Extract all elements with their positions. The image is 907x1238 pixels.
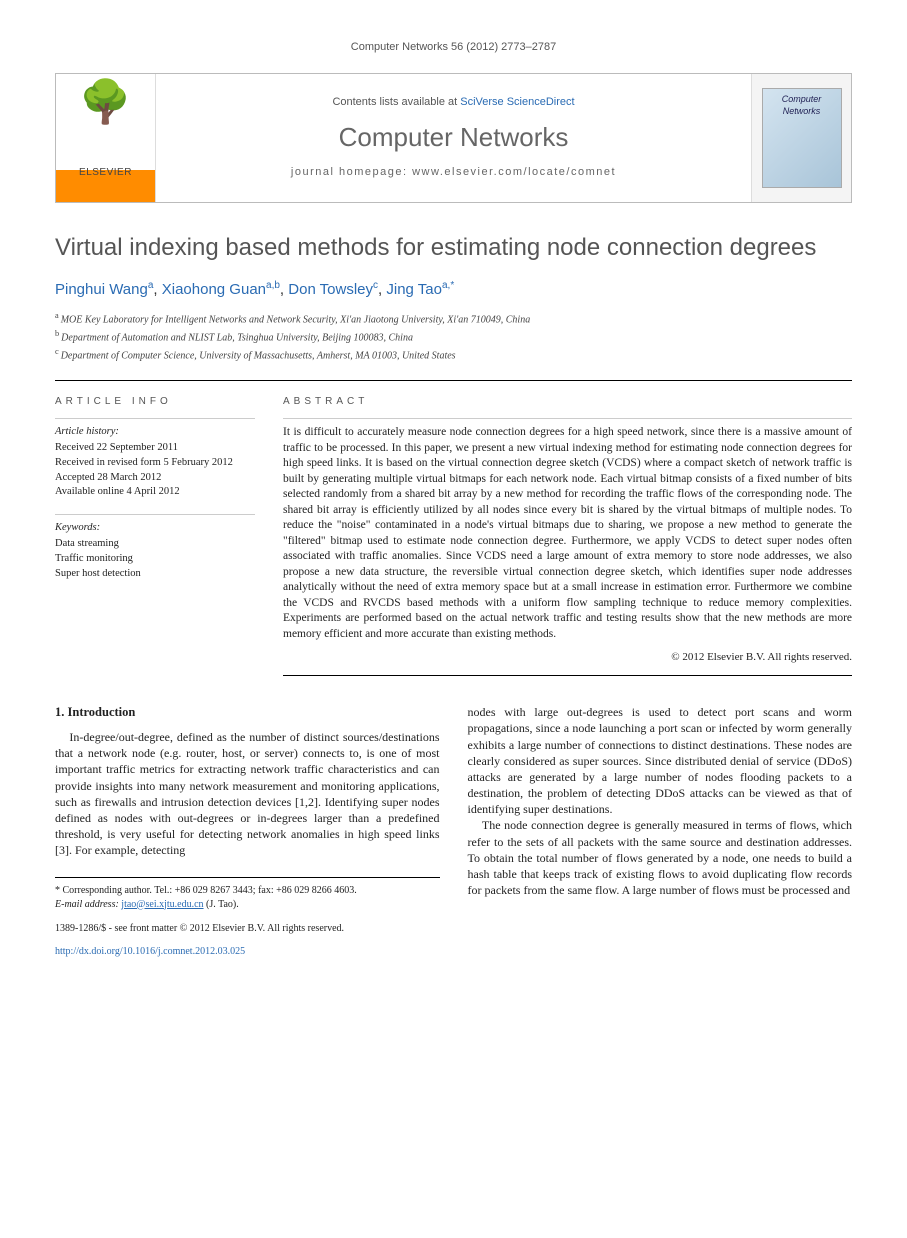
journal-cover-box: Computer Networks xyxy=(751,74,851,202)
affiliation-line: cDepartment of Computer Science, Univers… xyxy=(55,346,852,364)
affiliation-line: aMOE Key Laboratory for Intelligent Netw… xyxy=(55,310,852,328)
body-paragraph: In-degree/out-degree, defined as the num… xyxy=(55,729,440,859)
article-info-heading: ARTICLE INFO xyxy=(55,395,255,409)
body-col-right: nodes with large out-degrees is used to … xyxy=(468,704,853,958)
author-name: Don Towsley xyxy=(288,281,373,298)
corresponding-author-note: * Corresponding author. Tel.: +86 029 82… xyxy=(55,884,440,898)
footnotes-block: * Corresponding author. Tel.: +86 029 82… xyxy=(55,877,440,912)
sciencedirect-link[interactable]: SciVerse ScienceDirect xyxy=(460,96,574,108)
author-link[interactable]: Jing Tao xyxy=(386,281,442,298)
body-columns: 1. Introduction In-degree/out-degree, de… xyxy=(55,704,852,958)
aff-sup: b xyxy=(55,329,59,338)
history-line: Accepted 28 March 2012 xyxy=(55,471,255,486)
keyword: Traffic monitoring xyxy=(55,552,255,567)
body-paragraph: nodes with large out-degrees is used to … xyxy=(468,704,853,817)
email-line: E-mail address: jtao@sei.xjtu.edu.cn (J.… xyxy=(55,898,440,912)
section-heading: 1. Introduction xyxy=(55,704,440,721)
email-link[interactable]: jtao@sei.xjtu.edu.cn xyxy=(121,899,203,910)
author-name: Xiaohong Guan xyxy=(162,281,266,298)
copyright-line: © 2012 Elsevier B.V. All rights reserved… xyxy=(283,650,852,665)
article-info-column: ARTICLE INFO Article history: Received 2… xyxy=(55,395,255,677)
doi-line: http://dx.doi.org/10.1016/j.comnet.2012.… xyxy=(55,945,440,959)
history-label: Article history: xyxy=(55,425,255,439)
author-sup: a xyxy=(148,280,154,291)
author-list: Pinghui Wanga, Xiaohong Guana,b, Don Tow… xyxy=(55,279,852,300)
author-link[interactable]: Pinghui Wang xyxy=(55,281,148,298)
aff-text: MOE Key Laboratory for Intelligent Netwo… xyxy=(61,314,531,325)
publisher-name: ELSEVIER xyxy=(79,166,132,180)
aff-sup: c xyxy=(55,347,59,356)
history-line: Received in revised form 5 February 2012 xyxy=(55,456,255,471)
author-link[interactable]: Don Towsley xyxy=(288,281,373,298)
publisher-logo-box: 🌳 ELSEVIER xyxy=(56,74,156,202)
aff-text: Department of Automation and NLIST Lab, … xyxy=(61,332,413,343)
author-sup: a,b xyxy=(266,280,280,291)
history-line: Received 22 September 2011 xyxy=(55,441,255,456)
body-paragraph: The node connection degree is generally … xyxy=(468,817,853,898)
email-person: (J. Tao). xyxy=(206,899,239,910)
aff-text: Department of Computer Science, Universi… xyxy=(61,350,456,361)
journal-cover-thumb: Computer Networks xyxy=(762,88,842,188)
abstract-column: ABSTRACT It is difficult to accurately m… xyxy=(283,395,852,677)
affiliations: aMOE Key Laboratory for Intelligent Netw… xyxy=(55,310,852,363)
keywords-block: Keywords: Data streaming Traffic monitor… xyxy=(55,514,255,581)
author-sup: a,* xyxy=(442,280,454,291)
author-link[interactable]: Xiaohong Guan xyxy=(162,281,266,298)
abstract-text: It is difficult to accurately measure no… xyxy=(283,425,852,642)
author-name: Pinghui Wang xyxy=(55,281,148,298)
masthead: 🌳 ELSEVIER Contents lists available at S… xyxy=(55,73,852,203)
keywords-label: Keywords: xyxy=(55,521,255,535)
article-title: Virtual indexing based methods for estim… xyxy=(55,233,852,263)
journal-title: Computer Networks xyxy=(339,120,569,155)
keyword: Data streaming xyxy=(55,537,255,552)
journal-homepage-line: journal homepage: www.elsevier.com/locat… xyxy=(291,165,616,180)
contents-available-line: Contents lists available at SciVerse Sci… xyxy=(332,95,574,110)
author-name: Jing Tao xyxy=(386,281,442,298)
abstract-heading: ABSTRACT xyxy=(283,395,852,409)
running-head: Computer Networks 56 (2012) 2773–2787 xyxy=(55,40,852,55)
contents-prefix: Contents lists available at xyxy=(332,96,460,108)
masthead-center: Contents lists available at SciVerse Sci… xyxy=(156,74,751,202)
aff-sup: a xyxy=(55,311,59,320)
front-matter-line: 1389-1286/$ - see front matter © 2012 El… xyxy=(55,922,440,936)
email-label: E-mail address: xyxy=(55,899,119,910)
article-history-block: Article history: Received 22 September 2… xyxy=(55,418,255,500)
body-col-left: 1. Introduction In-degree/out-degree, de… xyxy=(55,704,440,958)
author-sup: c xyxy=(373,280,378,291)
affiliation-line: bDepartment of Automation and NLIST Lab,… xyxy=(55,328,852,346)
history-line: Available online 4 April 2012 xyxy=(55,485,255,500)
elsevier-tree-icon: 🌳 xyxy=(79,82,131,124)
doi-link[interactable]: http://dx.doi.org/10.1016/j.comnet.2012.… xyxy=(55,946,245,957)
keyword: Super host detection xyxy=(55,567,255,582)
